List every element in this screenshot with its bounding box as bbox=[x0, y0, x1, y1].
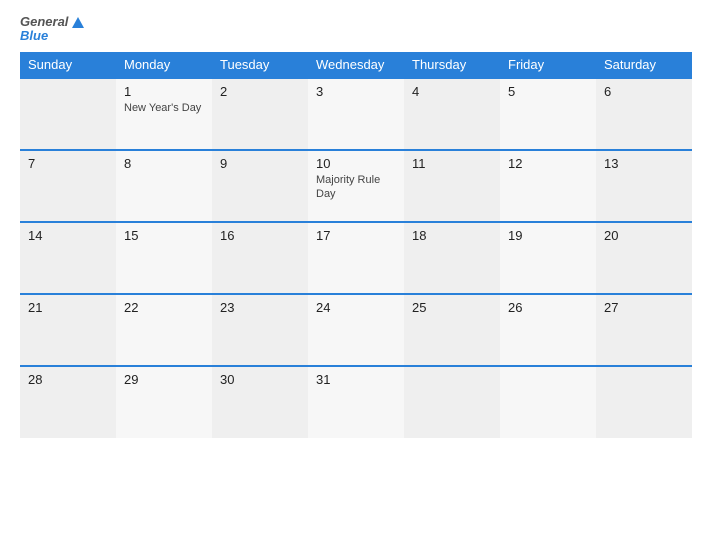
day-number: 23 bbox=[220, 300, 300, 315]
calendar-cell: 3 bbox=[308, 78, 404, 150]
calendar-cell: 4 bbox=[404, 78, 500, 150]
day-number: 10 bbox=[316, 156, 396, 171]
calendar-cell: 30 bbox=[212, 366, 308, 438]
calendar-week-row: 28 29 30 31 bbox=[20, 366, 692, 438]
calendar-cell: 14 bbox=[20, 222, 116, 294]
calendar-cell: 22 bbox=[116, 294, 212, 366]
day-number: 13 bbox=[604, 156, 684, 171]
holiday-label: New Year's Day bbox=[124, 101, 204, 115]
day-number: 6 bbox=[604, 84, 684, 99]
logo-blue: Blue bbox=[20, 29, 48, 43]
day-number: 4 bbox=[412, 84, 492, 99]
calendar-cell: 19 bbox=[500, 222, 596, 294]
calendar-cell: 5 bbox=[500, 78, 596, 150]
day-number: 28 bbox=[28, 372, 108, 387]
calendar-cell bbox=[20, 78, 116, 150]
calendar-cell: 8 bbox=[116, 150, 212, 222]
calendar-cell: 31 bbox=[308, 366, 404, 438]
weekday-header-thursday: Thursday bbox=[404, 52, 500, 78]
calendar-cell: 25 bbox=[404, 294, 500, 366]
calendar-cell: 27 bbox=[596, 294, 692, 366]
day-number: 2 bbox=[220, 84, 300, 99]
calendar-cell: 11 bbox=[404, 150, 500, 222]
calendar-cell bbox=[404, 366, 500, 438]
calendar-cell: 1 New Year's Day bbox=[116, 78, 212, 150]
calendar-cell: 2 bbox=[212, 78, 308, 150]
day-number: 26 bbox=[508, 300, 588, 315]
day-number: 29 bbox=[124, 372, 204, 387]
calendar-week-row: 1 New Year's Day 2 3 4 5 6 bbox=[20, 78, 692, 150]
logo-triangle-icon bbox=[72, 17, 84, 28]
day-number: 8 bbox=[124, 156, 204, 171]
day-number: 7 bbox=[28, 156, 108, 171]
weekday-header-sunday: Sunday bbox=[20, 52, 116, 78]
day-number: 27 bbox=[604, 300, 684, 315]
calendar-cell: 12 bbox=[500, 150, 596, 222]
calendar-cell: 15 bbox=[116, 222, 212, 294]
weekday-header-friday: Friday bbox=[500, 52, 596, 78]
calendar-week-row: 21 22 23 24 25 26 27 bbox=[20, 294, 692, 366]
day-number: 22 bbox=[124, 300, 204, 315]
holiday-label: Majority Rule Day bbox=[316, 173, 396, 202]
logo: GeneralBlue bbox=[20, 15, 84, 44]
calendar-cell: 28 bbox=[20, 366, 116, 438]
calendar-cell: 9 bbox=[212, 150, 308, 222]
day-number: 12 bbox=[508, 156, 588, 171]
weekday-header-row: SundayMondayTuesdayWednesdayThursdayFrid… bbox=[20, 52, 692, 78]
weekday-header-tuesday: Tuesday bbox=[212, 52, 308, 78]
day-number: 30 bbox=[220, 372, 300, 387]
day-number: 1 bbox=[124, 84, 204, 99]
calendar-cell: 10 Majority Rule Day bbox=[308, 150, 404, 222]
day-number: 14 bbox=[28, 228, 108, 243]
calendar-cell: 13 bbox=[596, 150, 692, 222]
weekday-header-wednesday: Wednesday bbox=[308, 52, 404, 78]
day-number: 18 bbox=[412, 228, 492, 243]
logo-general: General bbox=[20, 15, 68, 29]
calendar-cell: 6 bbox=[596, 78, 692, 150]
calendar-cell: 16 bbox=[212, 222, 308, 294]
day-number: 5 bbox=[508, 84, 588, 99]
day-number: 9 bbox=[220, 156, 300, 171]
header-row: GeneralBlue bbox=[20, 15, 692, 44]
calendar-cell: 23 bbox=[212, 294, 308, 366]
calendar-container: GeneralBlue SundayMondayTuesdayWednesday… bbox=[0, 0, 712, 550]
day-number: 20 bbox=[604, 228, 684, 243]
calendar-cell: 17 bbox=[308, 222, 404, 294]
calendar-cell: 20 bbox=[596, 222, 692, 294]
day-number: 11 bbox=[412, 156, 492, 171]
weekday-header-saturday: Saturday bbox=[596, 52, 692, 78]
day-number: 19 bbox=[508, 228, 588, 243]
calendar-week-row: 7 8 9 10 Majority Rule Day 11 12 13 bbox=[20, 150, 692, 222]
calendar-cell: 7 bbox=[20, 150, 116, 222]
day-number: 24 bbox=[316, 300, 396, 315]
day-number: 17 bbox=[316, 228, 396, 243]
calendar-cell: 18 bbox=[404, 222, 500, 294]
weekday-header-monday: Monday bbox=[116, 52, 212, 78]
calendar-cell: 24 bbox=[308, 294, 404, 366]
day-number: 3 bbox=[316, 84, 396, 99]
day-number: 25 bbox=[412, 300, 492, 315]
calendar-cell: 21 bbox=[20, 294, 116, 366]
calendar-cell bbox=[500, 366, 596, 438]
calendar-week-row: 14 15 16 17 18 19 20 bbox=[20, 222, 692, 294]
calendar-cell: 29 bbox=[116, 366, 212, 438]
day-number: 21 bbox=[28, 300, 108, 315]
day-number: 31 bbox=[316, 372, 396, 387]
day-number: 16 bbox=[220, 228, 300, 243]
calendar-table: SundayMondayTuesdayWednesdayThursdayFrid… bbox=[20, 52, 692, 438]
calendar-cell bbox=[596, 366, 692, 438]
calendar-cell: 26 bbox=[500, 294, 596, 366]
day-number: 15 bbox=[124, 228, 204, 243]
